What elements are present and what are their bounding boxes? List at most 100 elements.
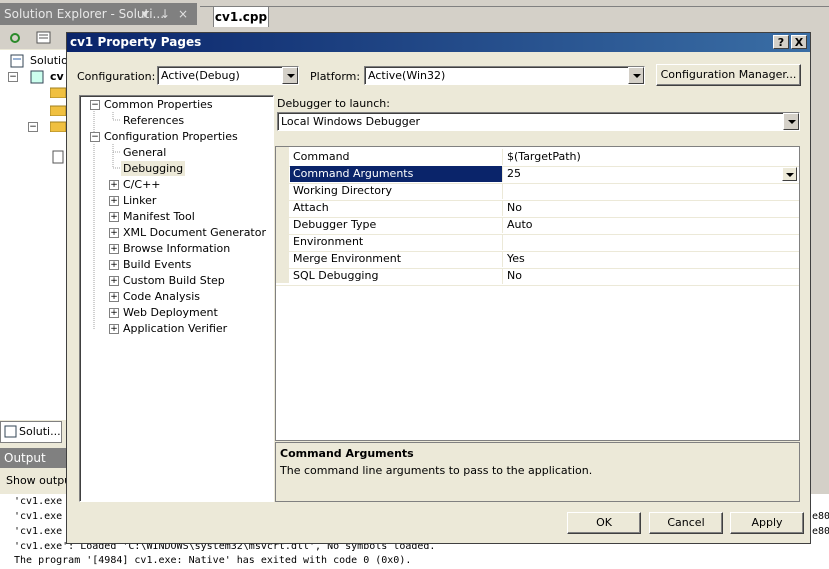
project-icon	[30, 70, 44, 84]
property-value[interactable]: No	[504, 268, 799, 284]
property-name: Merge Environment	[290, 251, 503, 267]
expand-icon[interactable]: +	[109, 196, 119, 206]
tree-item-common-properties[interactable]: Common Properties	[104, 97, 213, 112]
collapse-icon[interactable]: −	[90, 100, 100, 110]
tree-item-browse-information[interactable]: Browse Information	[123, 241, 230, 256]
configuration-label: Configuration:	[77, 70, 156, 83]
value-dropdown-button[interactable]	[782, 167, 797, 181]
properties-icon[interactable]	[36, 31, 52, 45]
solution-explorer-icon	[4, 425, 17, 438]
output-line: 'cv1.exe	[14, 526, 63, 537]
expand-icon[interactable]: −	[28, 122, 38, 132]
tree-item-web-deployment[interactable]: Web Deployment	[123, 305, 218, 320]
tree-item-code-analysis[interactable]: Code Analysis	[123, 289, 200, 304]
debugger-select[interactable]: Local Windows Debugger	[277, 112, 800, 131]
description-pane: Command Arguments The command line argum…	[275, 442, 800, 502]
expand-icon[interactable]: −	[8, 72, 18, 82]
chevron-down-icon	[786, 173, 794, 177]
tree-item-application-verifier[interactable]: Application Verifier	[123, 321, 227, 336]
property-row-command[interactable]: Command $(TargetPath)	[276, 149, 799, 167]
property-row-merge-environment[interactable]: Merge Environment Yes	[276, 251, 799, 269]
apply-button[interactable]: Apply	[730, 512, 804, 534]
property-name: Command	[290, 149, 503, 165]
dropdown-icon[interactable]: ▾	[142, 3, 148, 25]
refresh-icon[interactable]	[8, 31, 22, 45]
tab-cv1-cpp[interactable]: cv1.cpp	[213, 6, 269, 27]
solution-node[interactable]: Solutio	[30, 54, 68, 67]
property-name: SQL Debugging	[290, 268, 503, 284]
tab-solution-explorer[interactable]: Soluti...	[0, 421, 62, 443]
platform-value: Active(Win32)	[368, 69, 446, 82]
solution-explorer-toolbar	[0, 27, 66, 49]
folder-icon	[50, 87, 66, 98]
expand-icon[interactable]: +	[109, 324, 119, 334]
tree-item-xml-document-generator[interactable]: XML Document Generator	[123, 225, 266, 240]
property-value[interactable]: Yes	[504, 251, 799, 267]
property-row-attach[interactable]: Attach No	[276, 200, 799, 218]
debugger-value: Local Windows Debugger	[281, 115, 421, 128]
close-button[interactable]: X	[791, 35, 807, 49]
solution-icon	[10, 54, 24, 68]
tree-item-linker[interactable]: Linker	[123, 193, 156, 208]
tree-item-build-events[interactable]: Build Events	[123, 257, 191, 272]
tree-item-configuration-properties[interactable]: Configuration Properties	[104, 129, 238, 144]
property-tree: − Common Properties References − Configu…	[79, 95, 274, 502]
expand-icon[interactable]: +	[109, 308, 119, 318]
tree-item-references[interactable]: References	[123, 113, 184, 128]
property-value[interactable]	[504, 234, 799, 250]
property-row-debugger-type[interactable]: Debugger Type Auto	[276, 217, 799, 235]
ok-button[interactable]: OK	[567, 512, 641, 534]
expand-icon[interactable]: +	[109, 228, 119, 238]
property-row-command-arguments[interactable]: Command Arguments 25	[276, 166, 799, 184]
folder-icon	[50, 121, 66, 132]
close-icon[interactable]: ×	[178, 3, 188, 25]
chevron-down-icon[interactable]	[783, 113, 799, 130]
expand-icon[interactable]: +	[109, 260, 119, 270]
platform-select[interactable]: Active(Win32)	[364, 66, 645, 85]
output-show-label: Show output	[0, 470, 66, 492]
expand-icon[interactable]: +	[109, 292, 119, 302]
output-line: 'cv1.exe	[14, 496, 63, 507]
cancel-button[interactable]: Cancel	[649, 512, 723, 534]
expand-icon[interactable]: +	[109, 276, 119, 286]
configuration-manager-button[interactable]: Configuration Manager...	[656, 64, 801, 86]
expand-icon[interactable]: +	[109, 180, 119, 190]
chevron-down-icon[interactable]	[282, 67, 298, 84]
property-value[interactable]: $(TargetPath)	[504, 149, 799, 165]
ide-right-edge	[811, 32, 829, 494]
solution-explorer-title-bar: Solution Explorer - Soluti... ▾ ↓ ×	[0, 3, 197, 25]
collapse-icon[interactable]: −	[90, 132, 100, 142]
tree-item-general[interactable]: General	[123, 145, 166, 160]
property-name: Command Arguments	[290, 166, 503, 182]
document-tab-strip	[200, 0, 829, 7]
expand-icon[interactable]: +	[109, 244, 119, 254]
property-row-environment[interactable]: Environment	[276, 234, 799, 252]
dialog-title-bar[interactable]: cv1 Property Pages ? X	[67, 33, 810, 52]
help-button[interactable]: ?	[773, 35, 789, 49]
output-title-bar: Output	[0, 448, 66, 468]
tree-item-manifest-tool[interactable]: Manifest Tool	[123, 209, 195, 224]
property-value[interactable]: Auto	[504, 217, 799, 233]
tree-item-debugging[interactable]: Debugging	[121, 161, 186, 176]
property-name: Debugger Type	[290, 217, 503, 233]
description-title: Command Arguments	[280, 447, 414, 460]
configuration-select[interactable]: Active(Debug)	[157, 66, 299, 85]
expand-icon[interactable]: +	[109, 212, 119, 222]
property-name: Working Directory	[290, 183, 503, 199]
output-line-fragment: e80	[812, 526, 829, 537]
tree-item-cpp[interactable]: C/C++	[123, 177, 161, 192]
description-text: The command line arguments to pass to th…	[280, 464, 593, 477]
tree-item-custom-build-step[interactable]: Custom Build Step	[123, 273, 225, 288]
project-node[interactable]: cv	[50, 70, 64, 83]
output-line: The program '[4984] cv1.exe: Native' has…	[14, 555, 412, 566]
solution-tab-label: Soluti...	[19, 425, 61, 438]
property-value[interactable]: 25	[504, 166, 799, 182]
solution-explorer-tree: Solutio − cv −	[0, 50, 68, 420]
chevron-down-icon[interactable]	[628, 67, 644, 84]
property-value[interactable]: No	[504, 200, 799, 216]
property-value[interactable]	[504, 183, 799, 199]
property-name: Attach	[290, 200, 503, 216]
property-row-sql-debugging[interactable]: SQL Debugging No	[276, 268, 799, 286]
pin-icon[interactable]: ↓	[160, 3, 170, 25]
property-row-working-directory[interactable]: Working Directory	[276, 183, 799, 201]
